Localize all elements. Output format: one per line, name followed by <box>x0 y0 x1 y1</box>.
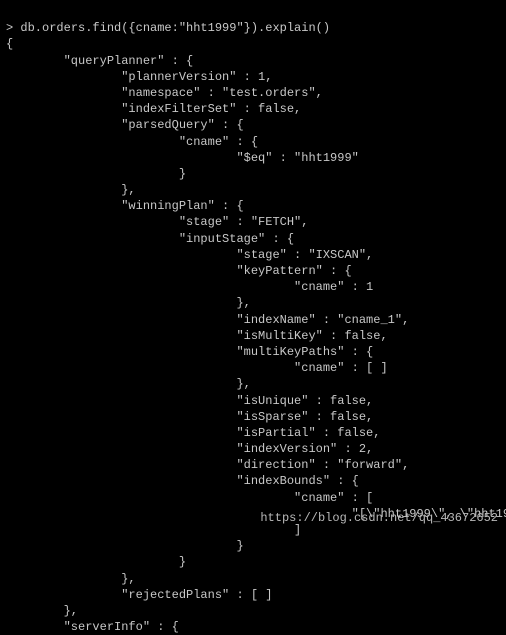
explain-output-line: "indexFilterSet" : false, <box>6 102 301 116</box>
explain-output-line: } <box>6 555 186 569</box>
explain-output-line: "cname" : { <box>6 135 258 149</box>
explain-output-line: }, <box>6 572 136 586</box>
explain-output-line: "indexName" : "cname_1", <box>6 313 409 327</box>
explain-output-line: "winningPlan" : { <box>6 199 244 213</box>
shell-prompt: > <box>6 21 20 35</box>
explain-output-line: { <box>6 37 13 51</box>
explain-output-line: "cname" : 1 <box>6 280 373 294</box>
explain-output-line: } <box>6 167 186 181</box>
explain-output-line: "isUnique" : false, <box>6 394 373 408</box>
terminal-output: > db.orders.find({cname:"hht1999"}).expl… <box>0 0 506 635</box>
explain-output-line: "$eq" : "hht1999" <box>6 151 359 165</box>
explain-output-line: "parsedQuery" : { <box>6 118 244 132</box>
explain-output-line: "rejectedPlans" : [ ] <box>6 588 272 602</box>
explain-output-line: }, <box>6 296 251 310</box>
explain-output-line: "cname" : [ ] <box>6 361 388 375</box>
explain-output-line: "isPartial" : false, <box>6 426 380 440</box>
explain-output-line: ] <box>6 523 301 537</box>
shell-command: db.orders.find({cname:"hht1999"}).explai… <box>20 21 330 35</box>
explain-output-line: "stage" : "FETCH", <box>6 215 308 229</box>
explain-output-line: }, <box>6 604 78 618</box>
explain-output-line: "multiKeyPaths" : { <box>6 345 373 359</box>
explain-output-line: "direction" : "forward", <box>6 458 409 472</box>
explain-output-line: }, <box>6 377 251 391</box>
explain-output-line: "stage" : "IXSCAN", <box>6 248 373 262</box>
explain-output-line: } <box>6 539 244 553</box>
explain-output-line: "namespace" : "test.orders", <box>6 86 323 100</box>
explain-output-line: "queryPlanner" : { <box>6 54 193 68</box>
explain-output-line: "plannerVersion" : 1, <box>6 70 272 84</box>
explain-output-line: "inputStage" : { <box>6 232 294 246</box>
explain-output-line: "indexBounds" : { <box>6 474 359 488</box>
explain-output-line: }, <box>6 183 136 197</box>
explain-output-line: "cname" : [ <box>6 491 373 505</box>
explain-output-line: "isMultiKey" : false, <box>6 329 388 343</box>
explain-output-line: "keyPattern" : { <box>6 264 352 278</box>
explain-output-line: "indexVersion" : 2, <box>6 442 373 456</box>
explain-output-line: "serverInfo" : { <box>6 620 179 634</box>
explain-output-line: "isSparse" : false, <box>6 410 373 424</box>
watermark-text: https://blog.csdn.net/qq_43672652 <box>260 510 498 526</box>
